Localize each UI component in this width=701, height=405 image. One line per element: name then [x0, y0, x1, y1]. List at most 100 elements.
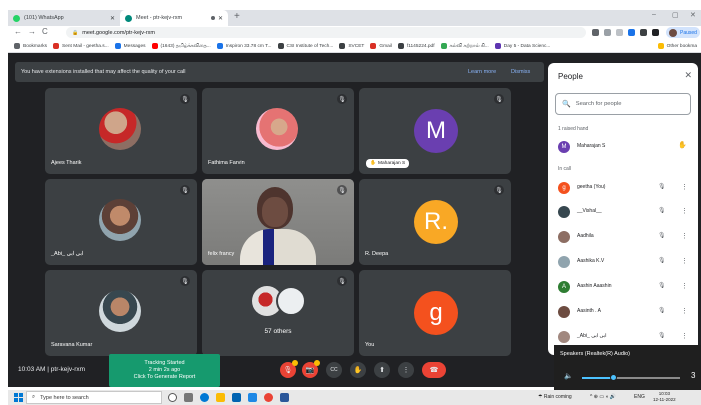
bookmark-item[interactable]: Gmail: [370, 43, 392, 49]
bookmark-item[interactable]: கல்வி கற்றால் கி...: [440, 43, 489, 49]
mic-off-icon: 🎙: [283, 367, 293, 374]
raise-hand-button[interactable]: ✋: [350, 362, 366, 378]
participant-tile[interactable]: R. 🎙 R. Deepa: [359, 179, 511, 265]
new-tab-button[interactable]: +: [234, 11, 240, 22]
close-tab-icon[interactable]: ✕: [110, 15, 115, 22]
participant-tile[interactable]: 🎙 Ajees Tharik: [45, 88, 197, 174]
close-tab-icon[interactable]: ✕: [218, 15, 223, 22]
address-bar[interactable]: 🔒 meet.google.com/ptr-kejv-rxm: [66, 27, 586, 38]
self-tile[interactable]: g You: [359, 270, 511, 356]
participant-tile[interactable]: 🎙 _Abi_ ابی ابی: [45, 179, 197, 265]
more-options-icon[interactable]: ⋮: [681, 307, 688, 315]
close-window-button[interactable]: ✕: [690, 11, 696, 19]
bookmark-item[interactable]: CSI Institute of Tech...: [277, 43, 333, 49]
bookmark-label: (1643) தமிழ்க்கவிதை...: [160, 44, 211, 49]
bookmark-item[interactable]: Sent Mail - geetha.s...: [53, 43, 109, 49]
volume-slider-thumb[interactable]: [610, 374, 617, 381]
search-placeholder: Search for people: [575, 101, 622, 107]
reload-icon[interactable]: C: [42, 27, 48, 36]
bookmark-item[interactable]: Inspiron 33.78 cm T...: [216, 43, 272, 49]
bookmark-item[interactable]: Day 5 - Data Scienc...: [494, 43, 550, 49]
minimize-button[interactable]: –: [652, 11, 656, 18]
edge-icon[interactable]: [200, 393, 209, 402]
others-tile[interactable]: 🎙 57 others: [202, 270, 354, 356]
more-options-icon[interactable]: ⋮: [681, 232, 688, 240]
system-tray-icons[interactable]: ^ ⊕ ▭ ◖ 🔊: [590, 394, 616, 400]
file-explorer-icon[interactable]: [216, 393, 225, 402]
more-options-icon[interactable]: ⋮: [681, 282, 688, 290]
warning-badge: [292, 360, 298, 366]
taskbar-clock[interactable]: 10:03 12-11-2022: [653, 391, 676, 403]
extension-icon[interactable]: [640, 29, 647, 36]
attendance-tracker-button[interactable]: Tracking Started 2 min 2s ago Click To G…: [109, 354, 220, 387]
participant-tile[interactable]: 🎙 Saravana Kumar: [45, 270, 197, 356]
participant-tile[interactable]: 🎙 Fathima Farvin: [202, 88, 354, 174]
taskbar-search-input[interactable]: ⌕ Type here to search: [26, 391, 162, 404]
bookmark-item[interactable]: SVCET: [339, 43, 364, 49]
globe-icon: [277, 43, 284, 49]
bookmark-label: Other bookma: [666, 43, 697, 49]
bookmark-item[interactable]: Messages: [114, 43, 146, 49]
camera-toggle-button[interactable]: 📷: [302, 360, 320, 378]
participant-row[interactable]: __Vishal__ 🎙 ⋮: [548, 204, 698, 220]
participant-video-tile[interactable]: 🎙 felix francy: [202, 179, 354, 265]
speaker-icon[interactable]: 🔈: [564, 372, 573, 380]
back-icon[interactable]: ←: [14, 27, 22, 36]
mail-icon[interactable]: [248, 393, 257, 402]
tab-whatsapp[interactable]: (101) WhatsApp ✕: [8, 10, 120, 26]
browser-tab-strip: (101) WhatsApp ✕ Meet - ptr-kejv-rxm ✕ +…: [8, 10, 701, 26]
warning-badge: [314, 360, 320, 366]
more-options-icon[interactable]: ⋮: [681, 257, 688, 265]
language-indicator[interactable]: ENG: [634, 394, 645, 400]
participant-row[interactable]: Aasinth . A 🎙 ⋮: [548, 304, 698, 320]
maximize-button[interactable]: ▢: [672, 11, 679, 19]
more-options-button[interactable]: ⋮: [398, 362, 414, 378]
participant-row[interactable]: A Aashin Aaashin 🎙 ⋮: [548, 279, 698, 295]
participant-row[interactable]: g geetha (You) 🎙 ⋮: [548, 180, 698, 196]
participant-tile[interactable]: M 🎙 ✋ Maharajan S: [359, 88, 511, 174]
participant-name: You: [365, 342, 375, 348]
participant-row[interactable]: _Abi_ ابی ابی 🎙 ⋮: [548, 329, 698, 345]
bookmark-item[interactable]: Bookmarks: [14, 43, 47, 49]
profile-button[interactable]: Paused: [666, 27, 700, 38]
more-options-icon[interactable]: ⋮: [681, 207, 688, 215]
bookmark-item[interactable]: f1145224.pdf: [397, 43, 435, 49]
mic-off-icon: 🎙: [658, 233, 666, 239]
extension-icon[interactable]: [628, 29, 635, 36]
word-icon[interactable]: [280, 393, 289, 402]
present-button[interactable]: ⬆: [374, 362, 390, 378]
participant-row[interactable]: Aashika K.V 🎙 ⋮: [548, 254, 698, 270]
windows-start-icon[interactable]: [14, 393, 23, 402]
puzzle-icon[interactable]: [652, 29, 659, 36]
other-bookmarks[interactable]: Other bookma: [657, 43, 697, 49]
participant-photo: [256, 108, 298, 150]
cortana-icon[interactable]: [168, 393, 177, 402]
end-call-button[interactable]: ☎: [422, 362, 446, 378]
camera-permission-icon[interactable]: [592, 29, 599, 36]
participant-name: Fathima Farvin: [208, 160, 245, 166]
chrome-icon[interactable]: [264, 393, 273, 402]
participant-row[interactable]: M Maharajan S ✋: [548, 139, 698, 155]
avatar: g: [414, 291, 458, 335]
participant-row[interactable]: Aadhila 🎙 ⋮: [548, 229, 698, 245]
store-icon[interactable]: [232, 393, 241, 402]
more-options-icon[interactable]: ⋮: [681, 183, 688, 191]
globe-icon: [440, 43, 447, 49]
share-icon[interactable]: [604, 29, 611, 36]
dismiss-button[interactable]: Dismiss: [511, 69, 530, 75]
bookmark-item[interactable]: (1643) தமிழ்க்கவிதை...: [151, 43, 211, 49]
raise-hand-icon[interactable]: ✋: [678, 141, 687, 149]
star-icon[interactable]: [616, 29, 623, 36]
task-view-icon[interactable]: [184, 393, 193, 402]
more-options-icon[interactable]: ⋮: [681, 332, 688, 340]
close-icon[interactable]: ✕: [684, 70, 692, 81]
learn-more-link[interactable]: Learn more: [468, 69, 496, 75]
forward-icon[interactable]: →: [28, 27, 36, 36]
audio-device-name[interactable]: Speakers (Realtek(R) Audio): [560, 351, 630, 357]
mic-toggle-button[interactable]: 🎙: [280, 360, 298, 378]
search-input[interactable]: 🔍 Search for people: [555, 93, 691, 115]
weather-widget[interactable]: ☂ Rain coming: [538, 394, 572, 400]
screen: (101) WhatsApp ✕ Meet - ptr-kejv-rxm ✕ +…: [0, 0, 701, 405]
tab-meet[interactable]: Meet - ptr-kejv-rxm ✕: [120, 10, 228, 26]
captions-button[interactable]: CC: [326, 362, 342, 378]
